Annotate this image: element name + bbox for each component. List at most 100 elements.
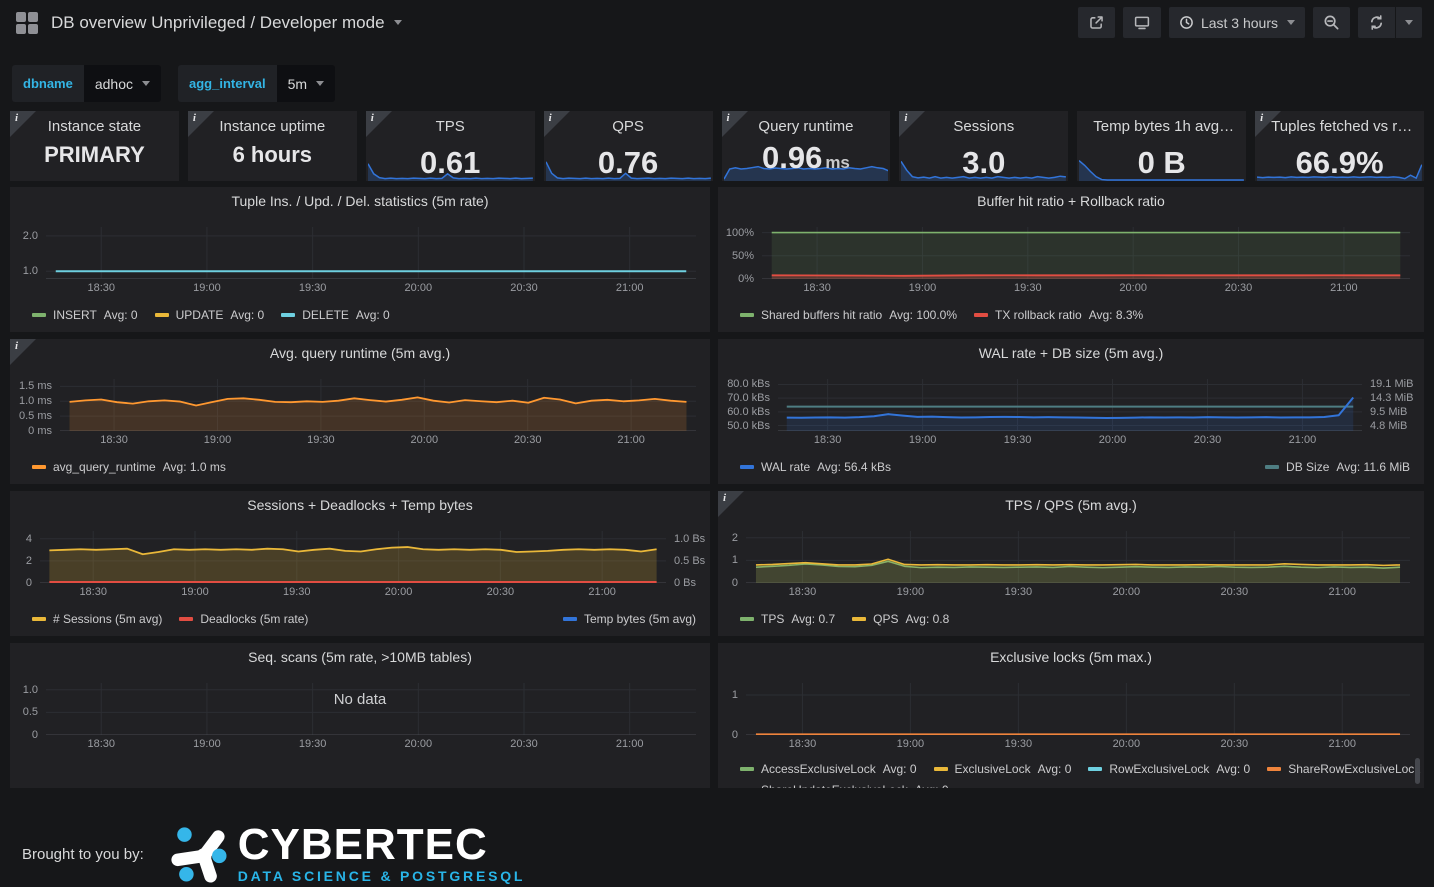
variable-dbname[interactable]: dbname adhoc	[12, 65, 161, 102]
x-axis-label: 19:00	[193, 738, 221, 750]
panel-info-icon[interactable]: i	[366, 111, 392, 137]
x-axis-label: 20:00	[405, 738, 433, 750]
y-axis-label-right: 19.1 MiB	[1370, 378, 1413, 390]
panel-title[interactable]: TPS / QPS (5m avg.)	[718, 497, 1424, 513]
legend-item-avg-query-runtime[interactable]: avg_query_runtimeAvg: 1.0 ms	[32, 460, 226, 474]
x-axis: 18:3019:0019:3020:0020:3021:00	[746, 586, 1410, 600]
legend: # Sessions (5m avg) Deadlocks (5m rate) Te…	[32, 608, 696, 629]
brand-tagline: DATA SCIENCE & POSTGRESQL	[238, 868, 526, 884]
x-axis-label: 19:00	[897, 586, 925, 598]
legend-group-right: Temp bytes (5m avg)	[563, 612, 696, 626]
panel-info-icon[interactable]: i	[722, 111, 748, 137]
refresh-interval-button[interactable]	[1396, 7, 1422, 38]
variable-agg-interval-label: agg_interval	[178, 65, 277, 102]
variable-agg-interval[interactable]: agg_interval 5m	[178, 65, 335, 102]
y-axis-label-right: 14.3 MiB	[1370, 392, 1413, 404]
legend-item-exclusivelock[interactable]: ExclusiveLockAvg: 0	[934, 762, 1072, 776]
panel-info-icon[interactable]: i	[718, 491, 744, 517]
x-axis-label: 21:00	[1289, 434, 1317, 446]
legend-row: INSERTAvg: 0UPDATEAvg: 0DELETEAvg: 0	[32, 304, 696, 325]
legend-item-sharerowexclusivelock[interactable]: ShareRowExclusiveLockAvg: 0	[1267, 762, 1424, 776]
zoom-out-button[interactable]	[1313, 7, 1350, 38]
legend-series-avg: Avg: 0	[915, 783, 949, 789]
legend: WAL rateAvg: 56.4 kBs DB SizeAvg: 11.6 Mi…	[740, 456, 1410, 477]
legend-item-tx-rollback-ratio[interactable]: TX rollback ratioAvg: 8.3%	[974, 308, 1143, 322]
chevron-down-icon	[142, 81, 150, 86]
x-axis-label: 19:00	[204, 434, 232, 446]
legend-series-avg: Avg: 0	[356, 308, 390, 322]
legend-item-insert[interactable]: INSERTAvg: 0	[32, 308, 138, 322]
legend-series-label: ExclusiveLock	[955, 762, 1031, 776]
stat-title[interactable]: Temp bytes 1h avg…	[1077, 118, 1246, 135]
panel-sessions-deadlocks: Sessions + Deadlocks + Temp bytes4201.0 …	[10, 491, 710, 636]
graph-grid: Tuple Ins. / Upd. / Del. statistics (5m …	[10, 187, 1424, 788]
chevron-down-icon[interactable]	[394, 20, 402, 25]
panel-title[interactable]: Exclusive locks (5m max.)	[718, 649, 1424, 665]
legend-item-db-size[interactable]: DB SizeAvg: 11.6 MiB	[1265, 460, 1410, 474]
refresh-button-group	[1358, 7, 1422, 38]
y-axis-label: 1.0 ms	[19, 395, 52, 407]
panel-title[interactable]: Tuple Ins. / Upd. / Del. statistics (5m …	[10, 193, 710, 209]
panel-title[interactable]: WAL rate + DB size (5m avg.)	[718, 345, 1424, 361]
panel-wal-dbsize: WAL rate + DB size (5m avg.)80.0 kBs70.0…	[718, 339, 1424, 484]
panel-title[interactable]: Sessions + Deadlocks + Temp bytes	[10, 497, 710, 513]
refresh-button[interactable]	[1358, 7, 1395, 38]
panel-title[interactable]: Avg. query runtime (5m avg.)	[10, 345, 710, 361]
variable-agg-interval-value[interactable]: 5m	[277, 65, 335, 102]
x-axis-label: 19:30	[299, 738, 327, 750]
panel-info-icon[interactable]: i	[188, 111, 214, 137]
legend-item-temp-bytes-5m-avg-[interactable]: Temp bytes (5m avg)	[563, 612, 696, 626]
legend-series-avg: Avg: 100.0%	[889, 308, 957, 322]
y-axis-label: 0.5 ms	[19, 410, 52, 422]
legend-item-accessexclusivelock[interactable]: AccessExclusiveLockAvg: 0	[740, 762, 917, 776]
y-axis-label: 60.0 kBs	[727, 406, 770, 418]
submenu-variables: dbname adhoc agg_interval 5m	[12, 65, 1434, 102]
legend: TPSAvg: 0.7 QPSAvg: 0.8	[740, 608, 1410, 629]
panel-info-icon[interactable]: i	[10, 111, 36, 137]
legend-item-shared-buffers-hit-ratio[interactable]: Shared buffers hit ratioAvg: 100.0%	[740, 308, 957, 322]
stat-value: 0.96ms	[722, 140, 891, 181]
stat-panel-instance-state: iInstance statePRIMARY	[10, 111, 179, 181]
stat-panel-temp-bytes: Temp bytes 1h avg…0 B	[1077, 111, 1246, 181]
legend-item-rowexclusivelock[interactable]: RowExclusiveLock Avg: 0	[1088, 762, 1250, 776]
share-button[interactable]	[1078, 7, 1115, 38]
x-axis: 18:3019:0019:3020:0020:3021:00	[46, 738, 696, 752]
panel-info-icon[interactable]: i	[544, 111, 570, 137]
dashboard-grid: iInstance statePRIMARYiInstance uptime6 …	[10, 111, 1424, 788]
legend-item-deadlocks-5m-rate-[interactable]: Deadlocks (5m rate)	[179, 612, 308, 626]
legend-item--sessions-5m-avg-[interactable]: # Sessions (5m avg)	[32, 612, 162, 626]
legend-scrollbar[interactable]	[1415, 758, 1420, 784]
y-axis-label-right: 0.5 Bs	[674, 555, 705, 567]
panel-info-icon[interactable]: i	[1255, 111, 1281, 137]
panel-title[interactable]: Buffer hit ratio + Rollback ratio	[718, 193, 1424, 209]
legend-series-label: AccessExclusiveLock	[761, 762, 876, 776]
legend-series-label: INSERT	[53, 308, 97, 322]
legend-item-tps[interactable]: TPSAvg: 0.7	[740, 612, 835, 626]
x-axis-label: 19:30	[1005, 586, 1033, 598]
variable-dbname-value[interactable]: adhoc	[84, 65, 161, 102]
panel-title[interactable]: Seq. scans (5m rate, >10MB tables)	[10, 649, 710, 665]
dashboard-title[interactable]: DB overview Unprivileged / Developer mod…	[51, 13, 385, 33]
panel-info-icon[interactable]: i	[10, 339, 36, 365]
cycle-view-button[interactable]	[1123, 7, 1161, 38]
legend-group-left: avg_query_runtimeAvg: 1.0 ms	[32, 460, 226, 474]
legend-item-shareupdateexclusivelock[interactable]: ShareUpdateExclusiveLockAvg: 0	[740, 783, 949, 789]
time-range-button[interactable]: Last 3 hours	[1169, 7, 1305, 38]
x-axis-label: 19:00	[897, 738, 925, 750]
x-axis-label: 19:30	[1004, 434, 1032, 446]
x-axis-label: 19:00	[181, 586, 209, 598]
legend-item-wal-rate[interactable]: WAL rateAvg: 56.4 kBs	[740, 460, 891, 474]
legend-item-delete[interactable]: DELETEAvg: 0	[281, 308, 390, 322]
panel-info-icon[interactable]: i	[899, 111, 925, 137]
y-axis-label: 2	[732, 532, 738, 544]
legend-series-avg: Avg: 0	[1216, 762, 1250, 776]
share-icon	[1088, 14, 1105, 31]
legend-row: Shared buffers hit ratioAvg: 100.0% TX ro…	[740, 304, 1410, 325]
x-axis: 18:3019:0019:3020:0020:3021:00	[46, 282, 696, 296]
legend-item-update[interactable]: UPDATEAvg: 0	[155, 308, 265, 322]
grafana-apps-icon[interactable]	[16, 12, 38, 34]
legend-item-qps[interactable]: QPSAvg: 0.8	[852, 612, 949, 626]
x-axis: 18:3019:0019:3020:0020:3021:00	[778, 434, 1362, 448]
legend-group-left: ShareUpdateExclusiveLockAvg: 0	[740, 783, 949, 789]
legend-series-label: RowExclusiveLock	[1109, 762, 1209, 776]
